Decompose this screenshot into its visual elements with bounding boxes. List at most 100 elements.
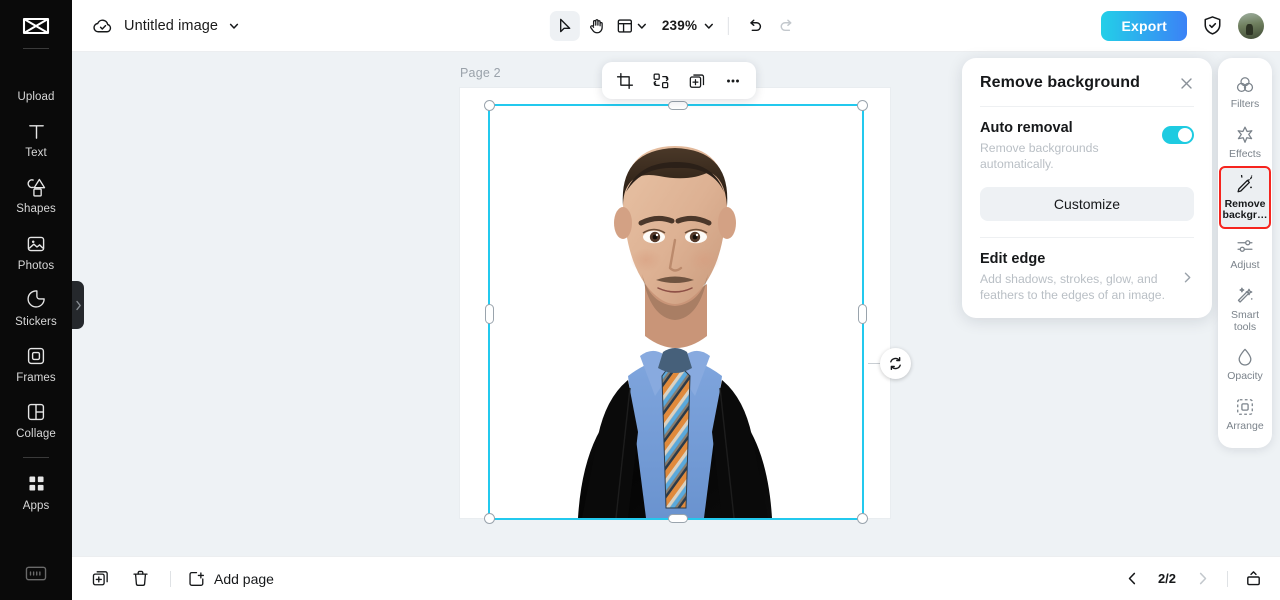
sidebar-item-text[interactable]: Text bbox=[0, 111, 72, 167]
zoom-level-value: 239% bbox=[661, 18, 698, 33]
sidebar-item-upload[interactable]: Upload bbox=[0, 55, 72, 111]
auto-removal-title: Auto removal bbox=[980, 120, 1073, 136]
top-toolbar: Untitled image 239% Export bbox=[72, 0, 1280, 52]
bottom-divider bbox=[170, 570, 171, 587]
capcut-logo-icon[interactable] bbox=[18, 14, 54, 40]
sidebar-collapse-toggle[interactable] bbox=[72, 281, 84, 329]
duplicate-button[interactable] bbox=[682, 66, 712, 96]
edit-edge-text: Edit edge Add shadows, strokes, glow, an… bbox=[980, 251, 1165, 304]
right-rail-label: Effects bbox=[1229, 147, 1261, 160]
right-rail-item-smart-tools[interactable]: Smart tools bbox=[1221, 279, 1269, 339]
apps-icon bbox=[25, 473, 47, 495]
add-page-button[interactable]: Add page bbox=[187, 569, 274, 588]
next-page-button[interactable] bbox=[1189, 566, 1215, 592]
auto-removal-description: Remove backgrounds automatically. bbox=[980, 141, 1099, 172]
rotate-icon[interactable] bbox=[880, 348, 911, 379]
chevron-right-icon bbox=[1181, 271, 1194, 284]
delete-page-button[interactable] bbox=[126, 565, 154, 593]
right-rail-label: Opacity bbox=[1227, 370, 1263, 383]
bottom-divider-2 bbox=[1227, 570, 1228, 587]
right-rail-item-adjust[interactable]: Adjust bbox=[1221, 229, 1269, 277]
right-rail-item-filters[interactable]: Filters bbox=[1221, 68, 1269, 116]
upload-icon bbox=[25, 64, 47, 86]
keyboard-icon[interactable] bbox=[0, 565, 72, 582]
add-page-label: Add page bbox=[214, 570, 274, 587]
panel-header: Remove background bbox=[980, 74, 1194, 92]
page-label: Page 2 bbox=[460, 66, 501, 80]
cloud-saved-icon[interactable] bbox=[92, 17, 114, 35]
shield-check-icon[interactable] bbox=[1202, 15, 1223, 36]
right-rail-label: Filters bbox=[1230, 98, 1260, 110]
right-rail-item-opacity[interactable]: Opacity bbox=[1221, 340, 1269, 388]
panel-divider-2 bbox=[980, 236, 1194, 238]
export-button[interactable]: Export bbox=[1101, 10, 1187, 41]
sidebar-item-stickers[interactable]: Stickers bbox=[0, 280, 72, 336]
sidebar-item-photos[interactable]: Photos bbox=[0, 224, 72, 280]
auto-removal-text: Auto removal Remove backgrounds automati… bbox=[980, 120, 1130, 173]
collage-icon bbox=[25, 401, 47, 423]
edit-edge-description: Add shadows, strokes, glow, and feathers… bbox=[980, 271, 1165, 303]
topbar-actions: Export bbox=[1101, 10, 1264, 41]
sidebar-item-label: Collage bbox=[16, 428, 56, 441]
smart-tools-icon bbox=[1235, 286, 1255, 306]
bottom-toolbar: Add page 2/2 bbox=[72, 556, 1280, 600]
right-rail-item-effects[interactable]: Effects bbox=[1221, 118, 1269, 166]
right-rail-item-remove-background[interactable]: Remove backgr… bbox=[1219, 165, 1271, 229]
previous-page-button[interactable] bbox=[1119, 566, 1145, 592]
hand-tool-button[interactable] bbox=[582, 11, 612, 41]
sidebar-item-frames[interactable]: Frames bbox=[0, 336, 72, 392]
sidebar-item-label: Apps bbox=[22, 499, 50, 512]
sidebar-item-shapes[interactable]: Shapes bbox=[0, 167, 72, 223]
adjust-icon bbox=[1235, 236, 1255, 256]
select-tool-button[interactable] bbox=[549, 10, 580, 41]
panel-toggle-button[interactable] bbox=[1240, 566, 1266, 592]
sidebar-item-label: Photos bbox=[17, 259, 55, 272]
effects-icon bbox=[1235, 125, 1255, 145]
left-sidebar: Upload Text Shapes Photos Stickers Frame… bbox=[0, 0, 72, 600]
add-page-icon bbox=[187, 569, 206, 588]
sidebar-item-apps[interactable]: Apps bbox=[0, 464, 72, 520]
crop-button[interactable] bbox=[610, 66, 640, 96]
right-tool-rail: Filters Effects Remove backgr… Adjust Sm… bbox=[1218, 58, 1272, 448]
opacity-icon bbox=[1235, 347, 1255, 367]
right-rail-label: Smart tools bbox=[1230, 308, 1259, 333]
undo-button[interactable] bbox=[740, 11, 770, 41]
remove-bg-icon bbox=[1235, 174, 1255, 195]
panel-title: Remove background bbox=[980, 74, 1140, 91]
redo-button[interactable] bbox=[772, 11, 802, 41]
right-rail-item-arrange[interactable]: Arrange bbox=[1221, 390, 1269, 438]
document-info: Untitled image bbox=[72, 17, 240, 35]
page-navigation: 2/2 bbox=[1119, 566, 1266, 592]
sidebar-item-label: Frames bbox=[16, 372, 56, 385]
user-avatar[interactable] bbox=[1238, 12, 1264, 39]
auto-removal-section: Auto removal Remove backgrounds automati… bbox=[980, 120, 1194, 173]
sidebar-divider-top bbox=[23, 48, 49, 49]
sidebar-item-collage[interactable]: Collage bbox=[0, 392, 72, 448]
portrait-image[interactable] bbox=[460, 88, 890, 518]
arrange-icon bbox=[1235, 397, 1255, 417]
filters-icon bbox=[1235, 75, 1255, 95]
more-options-button[interactable] bbox=[718, 66, 748, 96]
sidebar-divider-bottom bbox=[23, 456, 49, 458]
remove-background-panel: Remove background Auto removal Remove ba… bbox=[962, 58, 1212, 318]
layout-tool-button[interactable] bbox=[614, 17, 650, 35]
duplicate-page-button[interactable] bbox=[86, 565, 114, 593]
right-rail-label: Remove backgr… bbox=[1222, 197, 1268, 222]
right-rail-label: Adjust bbox=[1230, 259, 1260, 271]
frames-icon bbox=[25, 345, 47, 367]
auto-removal-toggle[interactable] bbox=[1162, 126, 1194, 144]
replace-button[interactable] bbox=[646, 66, 676, 96]
edit-edge-section[interactable]: Edit edge Add shadows, strokes, glow, an… bbox=[980, 251, 1194, 304]
photos-icon bbox=[25, 233, 47, 255]
customize-button[interactable]: Customize bbox=[980, 186, 1194, 221]
document-title[interactable]: Untitled image bbox=[124, 18, 218, 34]
chevron-down-icon[interactable] bbox=[228, 20, 240, 32]
page-sheet[interactable] bbox=[460, 88, 890, 518]
zoom-control[interactable]: 239% bbox=[660, 18, 717, 33]
panel-divider-1 bbox=[980, 106, 1194, 107]
sidebar-item-label: Stickers bbox=[15, 315, 57, 328]
close-icon[interactable] bbox=[1179, 76, 1194, 91]
sidebar-item-label: Upload bbox=[17, 91, 55, 103]
object-floating-toolbar bbox=[602, 62, 756, 99]
capcut-image-editor: Upload Text Shapes Photos Stickers Frame… bbox=[0, 0, 1280, 600]
